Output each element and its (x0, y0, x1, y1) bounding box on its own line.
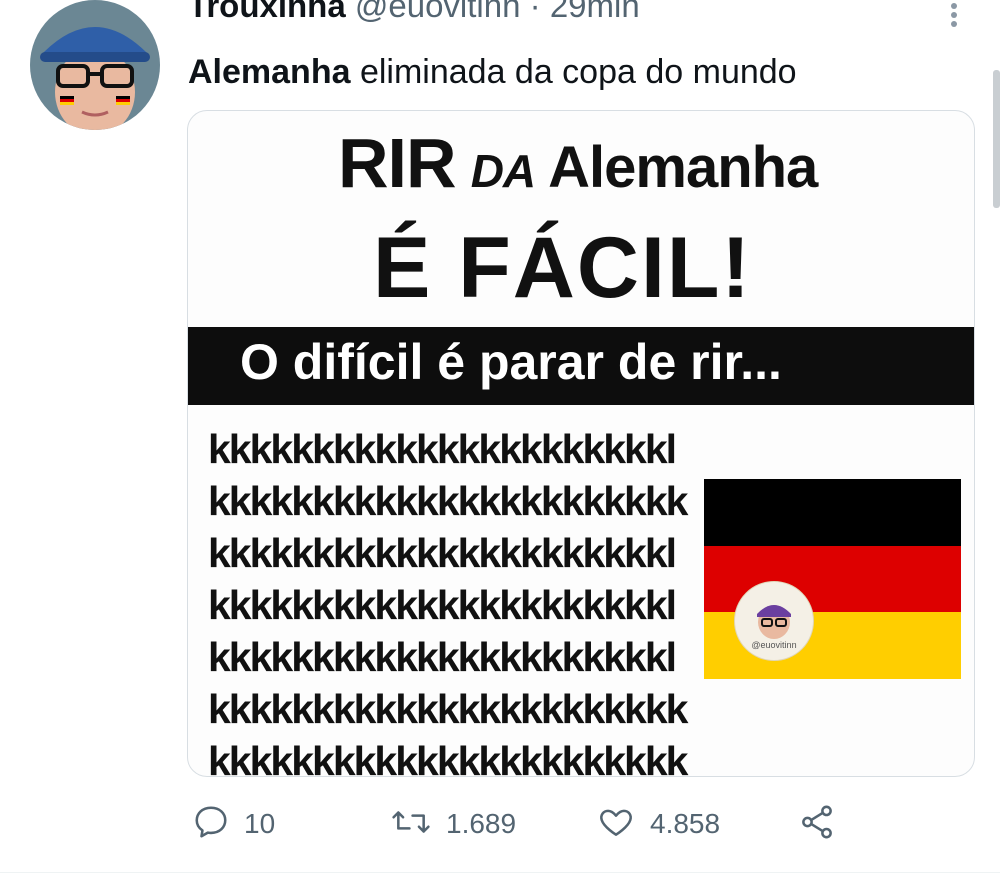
meme-band-text: O difícil é parar de rir... (240, 334, 782, 390)
action-bar: 10 1.689 4.858 (0, 800, 1000, 850)
like-button[interactable]: 4.858 (596, 800, 720, 848)
watermark-text: @euovitinn (751, 640, 797, 650)
tweet-text: Alemanha eliminada da copa do mundo (188, 52, 797, 92)
meme-band: O difícil é parar de rir... (188, 327, 974, 405)
separator-dot: · (529, 0, 541, 24)
laugh-line: kkkkkkkkkkkkkkkkkkkkkkk (208, 478, 688, 524)
share-icon (798, 803, 836, 846)
reply-count: 10 (244, 808, 276, 839)
tweet-text-bold: Alemanha (188, 53, 351, 91)
heart-icon (596, 803, 636, 846)
timestamp[interactable]: 29min (550, 0, 640, 24)
media-card[interactable]: RIR DA Alemanha É FÁCIL! O difícil é par… (187, 110, 975, 777)
laugh-line: kkkkkkkkkkkkkkkkkkkkkkk (208, 686, 688, 732)
watermark-badge: @euovitinn (734, 581, 814, 661)
laugh-line: kkkkkkkkkkkkkkkkkkkkkkl (208, 530, 677, 576)
meme-title-da: DA (470, 145, 536, 197)
share-button[interactable] (798, 800, 836, 848)
meme-title-rir: RIR (338, 124, 457, 202)
meme-title-alemanha: Alemanha (548, 135, 818, 200)
more-vertical-icon[interactable] (944, 2, 964, 28)
divider (0, 872, 1000, 873)
reply-icon (192, 803, 230, 846)
tweet-text-rest: eliminada da copa do mundo (350, 53, 797, 91)
tweet-header: Trouxinha @euovitinn · 29min (188, 0, 640, 26)
avatar-image (30, 0, 160, 130)
laugh-line: kkkkkkkkkkkkkkkkkkkkkkl (208, 426, 677, 472)
meme-title-line1: RIR DA Alemanha (338, 123, 938, 203)
like-count: 4.858 (650, 808, 721, 839)
meme-title-line2: É FÁCIL! (373, 220, 753, 316)
scrollbar[interactable] (993, 70, 1000, 208)
flag-stripe-black (704, 479, 961, 546)
retweet-button[interactable]: 1.689 (390, 800, 516, 848)
laugh-line: kkkkkkkkkkkkkkkkkkkkkkl (208, 582, 677, 628)
reply-button[interactable]: 10 (192, 800, 275, 848)
retweet-count: 1.689 (446, 808, 517, 839)
display-name[interactable]: Trouxinha (188, 0, 346, 24)
avatar[interactable] (30, 0, 160, 130)
retweet-icon (390, 803, 432, 846)
laugh-lines: kkkkkkkkkkkkkkkkkkkkkkl kkkkkkkkkkkkkkkk… (208, 423, 708, 777)
user-handle[interactable]: @euovitinn (355, 0, 521, 24)
laugh-line: kkkkkkkkkkkkkkkkkkkkkkl (208, 634, 677, 680)
laugh-line: kkkkkkkkkkkkkkkkkkkkkkk (208, 738, 688, 777)
